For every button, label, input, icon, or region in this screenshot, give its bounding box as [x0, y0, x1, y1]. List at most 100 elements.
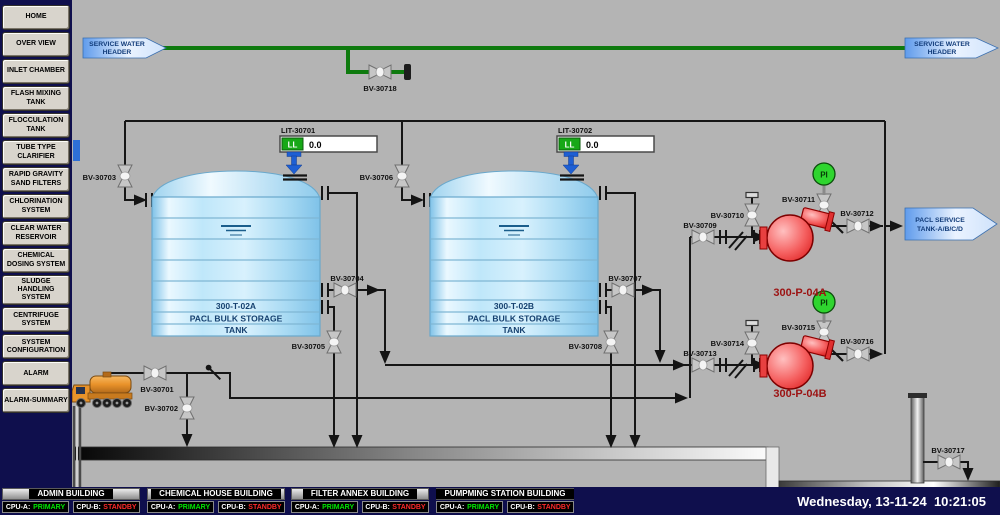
tanker-truck-icon — [72, 372, 132, 487]
valve-bv-30712[interactable]: BV-30712 — [840, 209, 873, 233]
valve-bv-30704-label: BV-30704 — [330, 274, 364, 283]
building-panel-admin: ADMIN BUILDING CPU-A:PRIMARY CPU-B:STAND… — [2, 488, 140, 514]
cpu-b-label: CPU-B: — [365, 504, 390, 511]
valve-bv-30716[interactable]: BV-30716 — [840, 337, 873, 361]
valve-bv-30714[interactable]: BV-30714 — [711, 321, 759, 355]
cpu-a-label: CPU-A: — [440, 504, 465, 511]
pump-300-p-04a[interactable]: 300-P-04A — [760, 205, 834, 299]
valve-bv-30701[interactable]: BV-30701 — [140, 366, 173, 394]
service-water-header-left-l2: HEADER — [103, 49, 132, 56]
valve-bv-30717-label: BV-30717 — [931, 446, 964, 455]
service-water-header-left-l1: SERVICE WATER — [89, 41, 145, 48]
cpu-b-status: CPU-B:STANDBY — [362, 501, 429, 513]
tank-b-id: 300-T-02B — [494, 301, 534, 311]
tank-b-name-1: PACL BULK STORAGE — [468, 314, 561, 324]
sidebar-item-inlet-chamber[interactable]: INLET CHAMBER — [2, 59, 70, 84]
valve-bv-30713[interactable]: BV-30713 — [683, 349, 716, 372]
level-indicator-lit-30701[interactable]: LIT-30701 LL 0.0 — [280, 126, 377, 180]
lit-30701-value: 0.0 — [309, 140, 322, 150]
cpu-b-value: STANDBY — [103, 504, 136, 511]
lit-30702-probe-icon — [563, 152, 579, 174]
sidebar-item-system-configuration[interactable]: SYSTEM CONFIGURATION — [2, 334, 70, 359]
sidebar-item-sludge-handling-system[interactable]: SLUDGE HANDLING SYSTEM — [2, 275, 70, 305]
strainer-pump-b — [729, 360, 747, 378]
valve-bv-30717[interactable]: BV-30717 — [931, 446, 964, 469]
cpu-a-status: CPU-A:PRIMARY — [147, 501, 214, 513]
lit-30701-probe-icon — [286, 152, 302, 174]
valve-bv-30708-label: BV-30708 — [569, 342, 602, 351]
tank-a-name-1: PACL BULK STORAGE — [190, 314, 283, 324]
valve-bv-30707[interactable]: BV-30707 — [608, 274, 641, 297]
valve-bv-30709-label: BV-30709 — [683, 221, 716, 230]
valve-bv-30702[interactable]: BV-30702 — [145, 397, 194, 419]
hmi-main-area: SERVICE WATER HEADER SERVICE WATER HEADE… — [0, 0, 1000, 515]
valve-bv-30714-label: BV-30714 — [711, 339, 745, 348]
pressure-indicator-pi-a[interactable]: PI — [813, 163, 835, 195]
building-panel-filter-annex: FILTER ANNEX BUILDING CPU-A:PRIMARY CPU-… — [291, 488, 429, 514]
sidebar-item-overview[interactable]: OVER VIEW — [2, 32, 70, 57]
cpu-b-status: CPU-B:STANDBY — [73, 501, 140, 513]
sidebar-item-chlorination-system[interactable]: CHLORINATION SYSTEM — [2, 194, 70, 219]
sidebar-item-chemical-dosing-system[interactable]: CHEMICAL DOSING SYSTEM — [2, 248, 70, 273]
pacl-service-tank-arrow: PACL SERVICE TANK-A/B/C/D — [905, 208, 997, 240]
valve-bv-30709[interactable]: BV-30709 — [683, 221, 716, 244]
cpu-a-value: PRIMARY — [33, 504, 65, 511]
drain-channel — [75, 393, 1000, 487]
pump-b-label: 300-P-04B — [773, 388, 826, 400]
valve-bv-30706-label: BV-30706 — [360, 173, 393, 182]
cpu-a-label: CPU-A: — [295, 504, 320, 511]
building-title[interactable]: ADMIN BUILDING — [29, 489, 112, 499]
valve-bv-30718-label: BV-30718 — [363, 84, 396, 93]
sidebar-item-tube-type-clarifier[interactable]: TUBE TYPE CLARIFIER — [2, 140, 70, 165]
cpu-a-status: CPU-A:PRIMARY — [436, 501, 503, 513]
building-panel-chemical-house: CHEMICAL HOUSE BUILDING CPU-A:PRIMARY CP… — [147, 488, 285, 514]
tank-300-t-02b: 300-T-02B PACL BULK STORAGE TANK — [430, 171, 598, 336]
sidebar-item-flocculation-tank[interactable]: FLOCCULATION TANK — [2, 113, 70, 138]
pump-300-p-04b[interactable]: 300-P-04B — [760, 333, 834, 400]
cpu-b-value: STANDBY — [248, 504, 281, 511]
building-title[interactable]: PUMPMING STATION BUILDING — [436, 489, 573, 499]
sidebar-item-clear-water-reservoir[interactable]: CLEAR WATER RESERVOIR — [2, 221, 70, 246]
level-indicator-lit-30702[interactable]: LIT-30702 LL 0.0 — [557, 126, 654, 180]
cpu-b-value: STANDBY — [392, 504, 425, 511]
valve-bv-30706[interactable]: BV-30706 — [360, 165, 409, 187]
sidebar-item-centrifuge-system[interactable]: CENTRIFUGE SYSTEM — [2, 307, 70, 332]
datetime-display: Wednesday, 13-11-24 10:21:05 — [797, 494, 986, 509]
valve-bv-30703[interactable]: BV-30703 — [83, 165, 132, 187]
tank-a-id: 300-T-02A — [216, 301, 256, 311]
sidebar-blue-marker — [73, 140, 80, 161]
valve-bv-30704[interactable]: BV-30704 — [330, 274, 364, 297]
status-footer: ADMIN BUILDING CPU-A:PRIMARY CPU-B:STAND… — [0, 487, 1000, 515]
sidebar-item-alarm-summary[interactable]: ALARM-SUMMARY — [2, 388, 70, 413]
sidebar-item-alarm[interactable]: ALARM — [2, 361, 70, 386]
cpu-b-label: CPU-B: — [510, 504, 535, 511]
sidebar-item-flash-mixing-tank[interactable]: FLASH MIXING TANK — [2, 86, 70, 111]
valve-bv-30718[interactable]: BV-30718 — [363, 65, 396, 93]
building-title[interactable]: FILTER ANNEX BUILDING — [303, 489, 417, 499]
tank-300-t-02a: 300-T-02A PACL BULK STORAGE TANK — [152, 171, 320, 336]
process-diagram: SERVICE WATER HEADER SERVICE WATER HEADE… — [0, 0, 1000, 487]
lit-30702-value: 0.0 — [586, 140, 599, 150]
lit-30702-ll-text: LL — [565, 141, 575, 150]
cpu-a-value: PRIMARY — [322, 504, 354, 511]
valve-bv-30715-label: BV-30715 — [782, 323, 815, 332]
cpu-a-status: CPU-A:PRIMARY — [291, 501, 358, 513]
tank-a-name-2: TANK — [225, 325, 249, 335]
cpu-b-value: STANDBY — [537, 504, 570, 511]
cpu-a-value: PRIMARY — [178, 504, 210, 511]
building-title[interactable]: CHEMICAL HOUSE BUILDING — [151, 489, 281, 499]
service-water-header-right-l1: SERVICE WATER — [914, 41, 970, 48]
valve-bv-30711-label: BV-30711 — [782, 195, 815, 204]
lit-30702-label: LIT-30702 — [558, 126, 592, 135]
strainer-pump-a — [729, 232, 747, 250]
sidebar-item-rapid-gravity-sand-filters[interactable]: RAPID GRAVITY SAND FILTERS — [2, 167, 70, 192]
cpu-a-value: PRIMARY — [467, 504, 499, 511]
cpu-a-label: CPU-A: — [6, 504, 31, 511]
cpu-b-status: CPU-B:STANDBY — [218, 501, 285, 513]
cpu-b-status: CPU-B:STANDBY — [507, 501, 574, 513]
navigation-sidebar: HOME OVER VIEW INLET CHAMBER FLASH MIXIN… — [0, 0, 72, 487]
valve-bv-30712-label: BV-30712 — [840, 209, 873, 218]
valve-bv-30710[interactable]: BV-30710 — [711, 193, 759, 227]
lit-30701-ll-text: LL — [288, 141, 298, 150]
sidebar-item-home[interactable]: HOME — [2, 5, 70, 30]
